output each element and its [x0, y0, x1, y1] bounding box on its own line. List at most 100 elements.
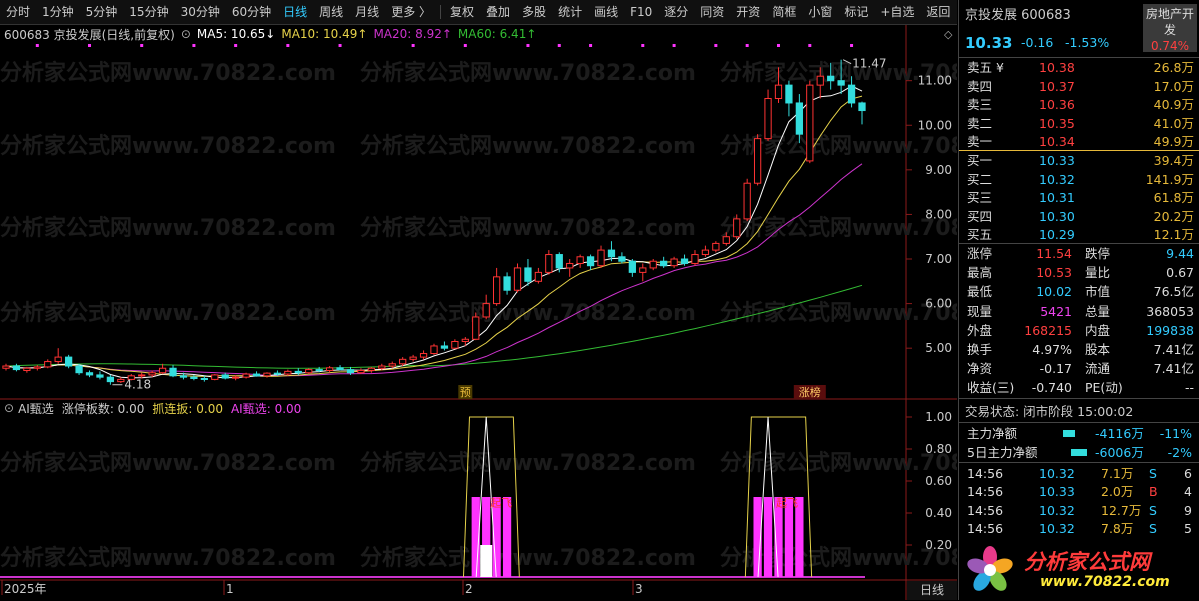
ai-signal-bar[interactable]: [763, 497, 773, 577]
candle-body[interactable]: [628, 260, 636, 273]
candle-body[interactable]: [827, 75, 835, 82]
candle-body[interactable]: [534, 271, 543, 282]
candle-body[interactable]: [597, 249, 605, 267]
candle-body[interactable]: [284, 370, 292, 375]
candle-body[interactable]: [524, 267, 532, 282]
candle-body[interactable]: [513, 267, 522, 291]
tool-button-1[interactable]: 叠加: [480, 0, 516, 24]
candle-body[interactable]: [618, 256, 626, 262]
candle-body[interactable]: [44, 361, 52, 368]
tool-button-4[interactable]: 画线: [588, 0, 624, 24]
candle-body[interactable]: [399, 358, 407, 365]
candle-body[interactable]: [712, 242, 720, 251]
candle-body[interactable]: [106, 376, 115, 383]
candle-body[interactable]: [430, 345, 438, 355]
period-tab-9[interactable]: 更多 〉: [385, 0, 437, 24]
candle-body[interactable]: [691, 254, 699, 264]
candle-body[interactable]: [169, 367, 177, 377]
candle-body[interactable]: [722, 236, 730, 244]
candle-body[interactable]: [179, 375, 188, 378]
candle-body[interactable]: [639, 267, 647, 273]
candle-body[interactable]: [336, 367, 344, 371]
candle-body[interactable]: [482, 303, 490, 318]
candle-body[interactable]: [816, 75, 824, 86]
period-tab-3[interactable]: 15分钟: [123, 0, 174, 24]
period-tab-8[interactable]: 月线: [349, 0, 385, 24]
candle-body[interactable]: [503, 276, 511, 291]
candle-body[interactable]: [733, 218, 741, 238]
period-tab-2[interactable]: 5分钟: [80, 0, 124, 24]
candle-body[interactable]: [23, 367, 31, 371]
candle-body[interactable]: [743, 182, 751, 220]
candle-body[interactable]: [419, 353, 428, 358]
candle-body[interactable]: [357, 369, 365, 374]
candle-body[interactable]: [294, 370, 302, 374]
candle-body[interactable]: [607, 249, 616, 258]
candle-body[interactable]: [649, 260, 657, 269]
candle-body[interactable]: [252, 373, 261, 377]
candle-body[interactable]: [148, 372, 156, 376]
candle-body[interactable]: [158, 367, 167, 374]
candle-body[interactable]: [576, 256, 584, 264]
candle-body[interactable]: [764, 98, 772, 140]
candle-body[interactable]: [242, 373, 250, 378]
tool-button-7[interactable]: 同资: [694, 0, 730, 24]
period-tab-0[interactable]: 分时: [0, 0, 36, 24]
candle-body[interactable]: [795, 102, 803, 135]
candle-body[interactable]: [847, 84, 856, 104]
tool-button-3[interactable]: 统计: [552, 0, 588, 24]
candle-body[interactable]: [12, 365, 21, 371]
candle-body[interactable]: [566, 262, 574, 269]
candle-body[interactable]: [388, 363, 396, 367]
tool-button-0[interactable]: 复权: [444, 0, 480, 24]
candle-body[interactable]: [701, 249, 710, 256]
candle-body[interactable]: [378, 365, 386, 369]
candle-body[interactable]: [190, 376, 198, 380]
candle-body[interactable]: [367, 367, 375, 371]
candle-body[interactable]: [493, 276, 501, 305]
candle-body[interactable]: [346, 369, 355, 374]
candle-body[interactable]: [117, 378, 125, 383]
candle-body[interactable]: [263, 372, 271, 377]
period-tab-4[interactable]: 30分钟: [175, 0, 226, 24]
candle-body[interactable]: [211, 374, 219, 380]
tool-button-6[interactable]: 逐分: [658, 0, 694, 24]
tool-button-5[interactable]: F10: [624, 0, 658, 24]
candle-body[interactable]: [221, 374, 229, 379]
candle-body[interactable]: [85, 372, 94, 376]
period-tab-6[interactable]: 日线: [277, 0, 313, 24]
candle-body[interactable]: [75, 365, 83, 374]
candle-body[interactable]: [858, 102, 866, 112]
period-tab-5[interactable]: 60分钟: [226, 0, 277, 24]
candle-body[interactable]: [555, 254, 563, 269]
candle-body[interactable]: [273, 372, 282, 375]
candle-body[interactable]: [586, 256, 595, 267]
candle-body[interactable]: [774, 84, 783, 100]
candle-body[interactable]: [837, 80, 845, 86]
tool-button-13[interactable]: 返回: [920, 0, 956, 24]
candle-body[interactable]: [2, 365, 10, 369]
tool-button-10[interactable]: 小窗: [802, 0, 838, 24]
candle-body[interactable]: [138, 374, 146, 377]
kline-chart[interactable]: 分析家公式网www.70822.com 分析家公式网www.70822.com 分析…: [0, 25, 957, 600]
tool-button-2[interactable]: 多股: [516, 0, 552, 24]
candle-body[interactable]: [461, 338, 469, 342]
candle-body[interactable]: [54, 356, 62, 363]
indicator-settings-icon[interactable]: ⊙: [4, 401, 14, 415]
candle-body[interactable]: [305, 369, 313, 374]
candle-body[interactable]: [545, 254, 553, 273]
candle-body[interactable]: [451, 340, 459, 349]
candle-body[interactable]: [806, 84, 814, 162]
candle-body[interactable]: [785, 84, 793, 104]
diamond-icon[interactable]: ◇: [944, 28, 952, 41]
candle-body[interactable]: [315, 369, 323, 372]
candle-body[interactable]: [232, 376, 240, 379]
candle-body[interactable]: [680, 258, 689, 264]
tool-button-9[interactable]: 简框: [766, 0, 802, 24]
period-tab-7[interactable]: 周线: [313, 0, 349, 24]
settings-icon[interactable]: ⊙: [181, 27, 191, 41]
candle-body[interactable]: [472, 316, 480, 340]
candle-body[interactable]: [325, 367, 334, 371]
candle-body[interactable]: [440, 345, 449, 349]
candle-body[interactable]: [33, 366, 41, 369]
